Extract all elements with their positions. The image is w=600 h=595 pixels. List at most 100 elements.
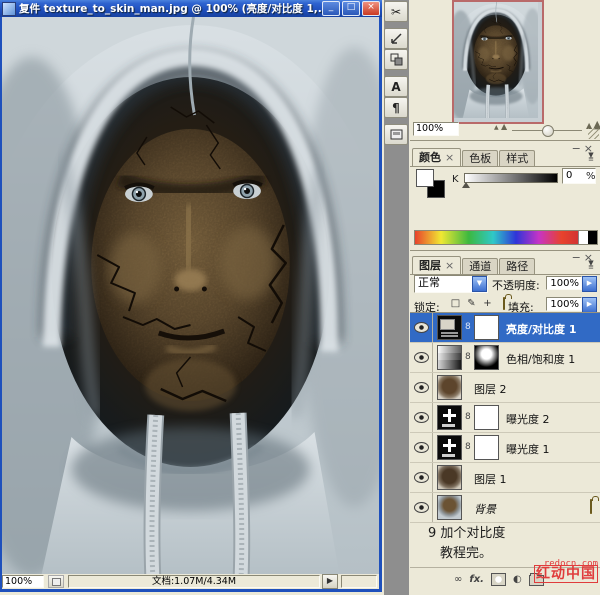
layers-panel-menu-icon[interactable]: ▼≡ <box>585 261 597 269</box>
background-lock-icon <box>590 500 592 513</box>
link-layers-icon[interactable]: ∞ <box>454 574 462 585</box>
panel-minimize-icon[interactable]: − <box>572 142 584 155</box>
navigator-zoom-field[interactable]: 100% <box>413 122 459 136</box>
spectrum-gradient[interactable] <box>415 231 578 244</box>
restore-button[interactable]: □ <box>342 1 360 16</box>
layer-list: 8 亮度/对比度 1 8 色相/饱和度 1 图层 2 <box>410 313 600 523</box>
layer-mask-thumbnail[interactable] <box>474 405 499 430</box>
layer-name[interactable]: 色相/饱和度 1 <box>506 351 575 367</box>
layers-minimize-icon[interactable]: − <box>572 251 584 264</box>
image-canvas[interactable] <box>2 17 379 574</box>
scissors-tool-button[interactable]: ✂ <box>384 1 408 22</box>
blend-mode-dropdown-icon[interactable]: ▼ <box>472 276 487 292</box>
layer-row-exposure1[interactable]: 8 曝光度 1 <box>410 433 600 463</box>
palette-well-button[interactable] <box>384 124 408 145</box>
layer-mask-thumbnail[interactable] <box>474 345 499 370</box>
tutorial-note-line2: 教程完。 <box>440 542 492 561</box>
layer-name[interactable]: 亮度/对比度 1 <box>506 321 577 337</box>
eye-icon <box>414 382 429 393</box>
slice-tool-button[interactable] <box>384 28 408 49</box>
layer-name[interactable]: 背景 <box>474 501 496 517</box>
navigator-zoom-slider-thumb[interactable] <box>542 125 554 137</box>
type-tool-button[interactable]: A <box>384 76 408 97</box>
layer-name[interactable]: 图层 2 <box>474 381 507 397</box>
adjustment-thumbnail[interactable] <box>437 345 462 370</box>
opacity-label: 不透明度: <box>492 277 540 293</box>
layer-thumbnail[interactable] <box>437 375 462 400</box>
visibility-toggle[interactable] <box>410 343 433 372</box>
opacity-spinner-icon[interactable]: ▶ <box>582 276 597 292</box>
adjustment-thumbnail[interactable] <box>437 315 462 340</box>
lock-position-icon[interactable]: + <box>482 298 493 309</box>
tab-layers[interactable]: 图层× <box>412 256 461 274</box>
visibility-toggle[interactable] <box>410 403 433 432</box>
tab-color[interactable]: 颜色× <box>412 148 461 166</box>
fill-field[interactable]: 100% ▶ <box>546 297 597 311</box>
navigator-proxy-view[interactable] <box>452 0 544 124</box>
layer-thumbnail[interactable] <box>437 465 462 490</box>
eye-icon <box>414 412 429 423</box>
visibility-toggle[interactable] <box>410 313 433 342</box>
paragraph-icon: ¶ <box>392 101 400 115</box>
k-channel-label: K <box>452 174 459 185</box>
panel-menu-icon[interactable]: ▼≡ <box>585 153 597 161</box>
adjustment-layer-icon[interactable]: ◐ <box>513 574 522 585</box>
opacity-value[interactable]: 100% <box>546 276 582 290</box>
close-button[interactable]: × <box>362 1 380 16</box>
visibility-toggle[interactable] <box>410 493 433 522</box>
layer-style-icon[interactable]: fx. <box>469 574 484 585</box>
panel-column: 100% ▲ ▲ ▲ ▲ −× 颜色× 色板 样式 ▼≡ <box>410 0 600 595</box>
color-panel: −× 颜色× 色板 样式 ▼≡ K 0 % <box>410 141 600 251</box>
foreground-color-swatch[interactable] <box>416 169 434 187</box>
layer-name[interactable]: 图层 1 <box>474 471 507 487</box>
blend-mode-select[interactable]: 正常 ▼ <box>414 275 488 293</box>
slice-select-tool-button[interactable] <box>384 49 408 70</box>
document-window: 复件 texture_to_skin_man.jpg @ 100% (亮度/对比… <box>0 0 382 592</box>
tab-close-icon[interactable]: × <box>445 151 454 164</box>
panel-resize-grip[interactable] <box>588 128 599 139</box>
layer-row-background[interactable]: 背景 <box>410 493 600 523</box>
add-mask-icon[interactable] <box>491 573 506 586</box>
minimize-button[interactable]: _ <box>322 1 340 16</box>
tab-close-icon-2[interactable]: × <box>445 259 454 272</box>
layer-row-layer1[interactable]: 图层 1 <box>410 463 600 493</box>
lock-transparency-icon[interactable]: □ <box>450 298 461 309</box>
spectrum-white-swatch[interactable] <box>578 231 588 244</box>
layer-row-layer2[interactable]: 图层 2 <box>410 373 600 403</box>
tutorial-note-line1: 9 加个对比度 <box>428 522 505 541</box>
zoom-level-field[interactable]: 100% <box>2 575 44 588</box>
layer-thumbnail[interactable] <box>437 495 462 520</box>
visibility-toggle[interactable] <box>410 373 433 402</box>
visibility-toggle[interactable] <box>410 433 433 462</box>
tab-channels[interactable]: 通道 <box>462 258 498 274</box>
layer-mask-thumbnail[interactable] <box>474 315 499 340</box>
tab-swatches[interactable]: 色板 <box>462 150 498 166</box>
adjustment-thumbnail[interactable] <box>437 405 462 430</box>
tool-strip: ✂ A ¶ <box>384 0 409 595</box>
eye-icon <box>414 322 429 333</box>
opacity-field[interactable]: 100% ▶ <box>546 276 597 290</box>
spectrum-black-swatch[interactable] <box>588 231 597 244</box>
color-spectrum-ramp[interactable] <box>414 230 598 245</box>
tab-styles[interactable]: 样式 <box>499 150 535 166</box>
layer-name[interactable]: 曝光度 2 <box>506 411 550 427</box>
layer-name[interactable]: 曝光度 1 <box>506 441 550 457</box>
status-spacer <box>341 575 377 588</box>
layer-row-exposure2[interactable]: 8 曝光度 2 <box>410 403 600 433</box>
zoom-out-icon-2: ▲ <box>501 122 507 131</box>
layer-row-hue-saturation[interactable]: 8 色相/饱和度 1 <box>410 343 600 373</box>
paragraph-tool-button[interactable]: ¶ <box>384 97 408 118</box>
k-slider-bar[interactable] <box>464 173 558 183</box>
adjustment-thumbnail[interactable] <box>437 435 462 460</box>
fill-value[interactable]: 100% <box>546 297 582 311</box>
k-slider-caret[interactable] <box>462 182 470 188</box>
zoom-out-icon[interactable]: ▲ <box>494 124 499 131</box>
tab-paths[interactable]: 路径 <box>499 258 535 274</box>
layer-row-brightness-contrast[interactable]: 8 亮度/对比度 1 <box>410 313 600 343</box>
visibility-toggle[interactable] <box>410 463 433 492</box>
layer-mask-thumbnail[interactable] <box>474 435 499 460</box>
document-titlebar[interactable]: 复件 texture_to_skin_man.jpg @ 100% (亮度/对比… <box>0 0 382 17</box>
fill-spinner-icon[interactable]: ▶ <box>582 297 597 313</box>
status-options-arrow[interactable]: ▶ <box>322 574 338 589</box>
lock-pixels-icon[interactable]: ✎ <box>466 298 477 309</box>
